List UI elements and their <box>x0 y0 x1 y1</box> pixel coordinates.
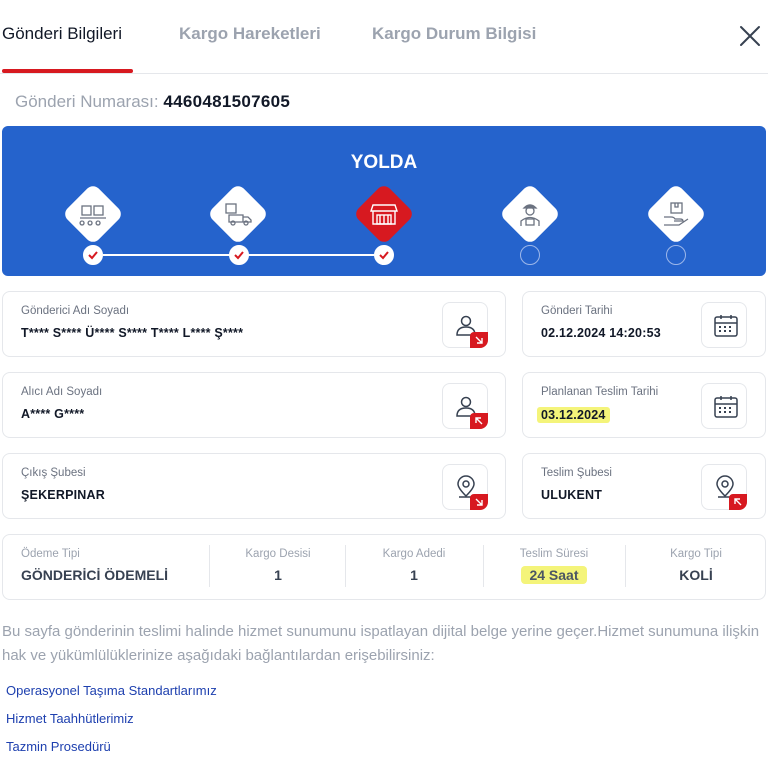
link-service-commitments[interactable]: Hizmet Taahhütlerimiz <box>6 711 134 726</box>
summary-value: 1 <box>274 567 282 583</box>
planned-date-icon-button[interactable] <box>701 383 747 429</box>
calendar-icon <box>714 396 738 418</box>
incoming-arrow-badge <box>729 494 747 510</box>
link-compensation-procedure[interactable]: Tazmin Prosedürü <box>6 739 111 754</box>
receiver-card: Alıcı Adı Soyadı A**** G**** <box>2 372 506 438</box>
sender-icon-button[interactable] <box>442 302 488 348</box>
tracking-number-label: Gönderi Numarası: <box>15 92 159 111</box>
tab-bar: Gönderi Bilgileri Kargo Hareketleri Karg… <box>0 0 768 74</box>
check-icon <box>88 251 98 260</box>
send-date-label: Gönderi Tarihi <box>541 305 613 317</box>
outgoing-arrow-badge <box>470 494 488 510</box>
link-operational-standards[interactable]: Operasyonel Taşıma Standartlarımız <box>6 683 217 698</box>
arrow-up-left-icon <box>734 498 742 506</box>
calendar-icon <box>714 315 738 337</box>
tracking-number-value: 4460481507605 <box>163 92 291 111</box>
summary-cargo-type: Kargo Tipi KOLİ <box>626 535 766 601</box>
summary-value: 24 Saat <box>521 566 587 584</box>
origin-branch-card: Çıkış Şubesi ŞEKERPINAR <box>2 453 506 519</box>
receiver-icon-button[interactable] <box>442 383 488 429</box>
summary-value: GÖNDERİCİ ÖDEMELİ <box>21 567 169 583</box>
tracking-number: Gönderi Numarası: 4460481507605 <box>15 92 290 112</box>
sender-label: Gönderici Adı Soyadı <box>21 305 130 317</box>
planned-date-value: 03.12.2024 <box>537 407 610 423</box>
step-4-pending <box>520 245 540 265</box>
step-3 <box>352 182 416 246</box>
summary-label: Kargo Desisi <box>245 548 311 560</box>
summary-payment-type: Ödeme Tipi GÖNDERİCİ ÖDEMELİ <box>21 535 211 601</box>
summary-label: Teslim Süresi <box>519 548 589 560</box>
active-tab-indicator <box>2 69 133 73</box>
step-2-check <box>229 245 249 265</box>
disclaimer-text: Bu sayfa gönderinin teslimi halinde hizm… <box>2 623 760 664</box>
send-date-icon-button[interactable] <box>701 302 747 348</box>
shipment-summary: Ödeme Tipi GÖNDERİCİ ÖDEMELİ Kargo Desis… <box>2 534 766 600</box>
step-2 <box>206 182 270 246</box>
step-4 <box>498 182 562 246</box>
step-5 <box>644 182 708 246</box>
delivery-branch-icon-button[interactable] <box>701 464 747 510</box>
arrow-down-right-icon <box>475 336 483 344</box>
planned-date-label: Planlanan Teslim Tarihi <box>541 386 659 398</box>
delivery-branch-label: Teslim Şubesi <box>541 467 612 479</box>
check-icon <box>234 251 244 260</box>
summary-label: Ödeme Tipi <box>21 548 80 560</box>
summary-delivery-time: Teslim Süresi 24 Saat <box>484 535 624 601</box>
receiver-value: A**** G**** <box>21 407 85 421</box>
step-1 <box>61 182 125 246</box>
tab-kargo-durum-bilgisi[interactable]: Kargo Durum Bilgisi <box>372 24 536 44</box>
summary-value: 1 <box>410 567 418 583</box>
status-title: YOLDA <box>350 152 418 173</box>
close-icon <box>740 26 760 46</box>
step-3-check <box>374 245 394 265</box>
send-date-value: 02.12.2024 14:20:53 <box>541 326 661 340</box>
summary-cargo-desi: Kargo Desisi 1 <box>210 535 346 601</box>
truck-loading-icon <box>225 203 252 226</box>
summary-value: KOLİ <box>679 567 713 583</box>
step-1-check <box>83 245 103 265</box>
boxes-conveyor-icon <box>79 205 106 226</box>
receiver-label: Alıcı Adı Soyadı <box>21 386 103 398</box>
close-button[interactable] <box>736 22 764 50</box>
sender-card: Gönderici Adı Soyadı T**** S**** Ü**** S… <box>2 291 506 357</box>
step-5-pending <box>666 245 686 265</box>
planned-date-card: Planlanan Teslim Tarihi 03.12.2024 <box>522 372 766 438</box>
send-date-card: Gönderi Tarihi 02.12.2024 14:20:53 <box>522 291 766 357</box>
summary-label: Kargo Adedi <box>382 548 446 560</box>
origin-branch-label: Çıkış Şubesi <box>21 467 86 479</box>
branch-store-icon <box>370 204 398 225</box>
courier-icon <box>520 204 540 226</box>
arrow-up-left-icon <box>475 417 483 425</box>
check-icon <box>379 251 389 260</box>
status-banner: YOLDA <box>2 126 766 276</box>
summary-label: Kargo Tipi <box>670 548 722 560</box>
tab-kargo-hareketleri[interactable]: Kargo Hareketleri <box>179 24 321 44</box>
sender-value: T**** S**** Ü**** S**** T**** L**** Ş***… <box>21 326 244 340</box>
origin-branch-value: ŞEKERPINAR <box>21 488 105 502</box>
incoming-arrow-badge <box>470 413 488 429</box>
tab-gonderi-bilgileri[interactable]: Gönderi Bilgileri <box>2 24 122 44</box>
delivery-branch-card: Teslim Şubesi ULUKENT <box>522 453 766 519</box>
summary-cargo-count: Kargo Adedi 1 <box>346 535 482 601</box>
hand-package-icon <box>664 202 689 226</box>
origin-branch-icon-button[interactable] <box>442 464 488 510</box>
arrow-down-right-icon <box>475 498 483 506</box>
delivery-branch-value: ULUKENT <box>541 488 603 502</box>
outgoing-arrow-badge <box>470 332 488 348</box>
